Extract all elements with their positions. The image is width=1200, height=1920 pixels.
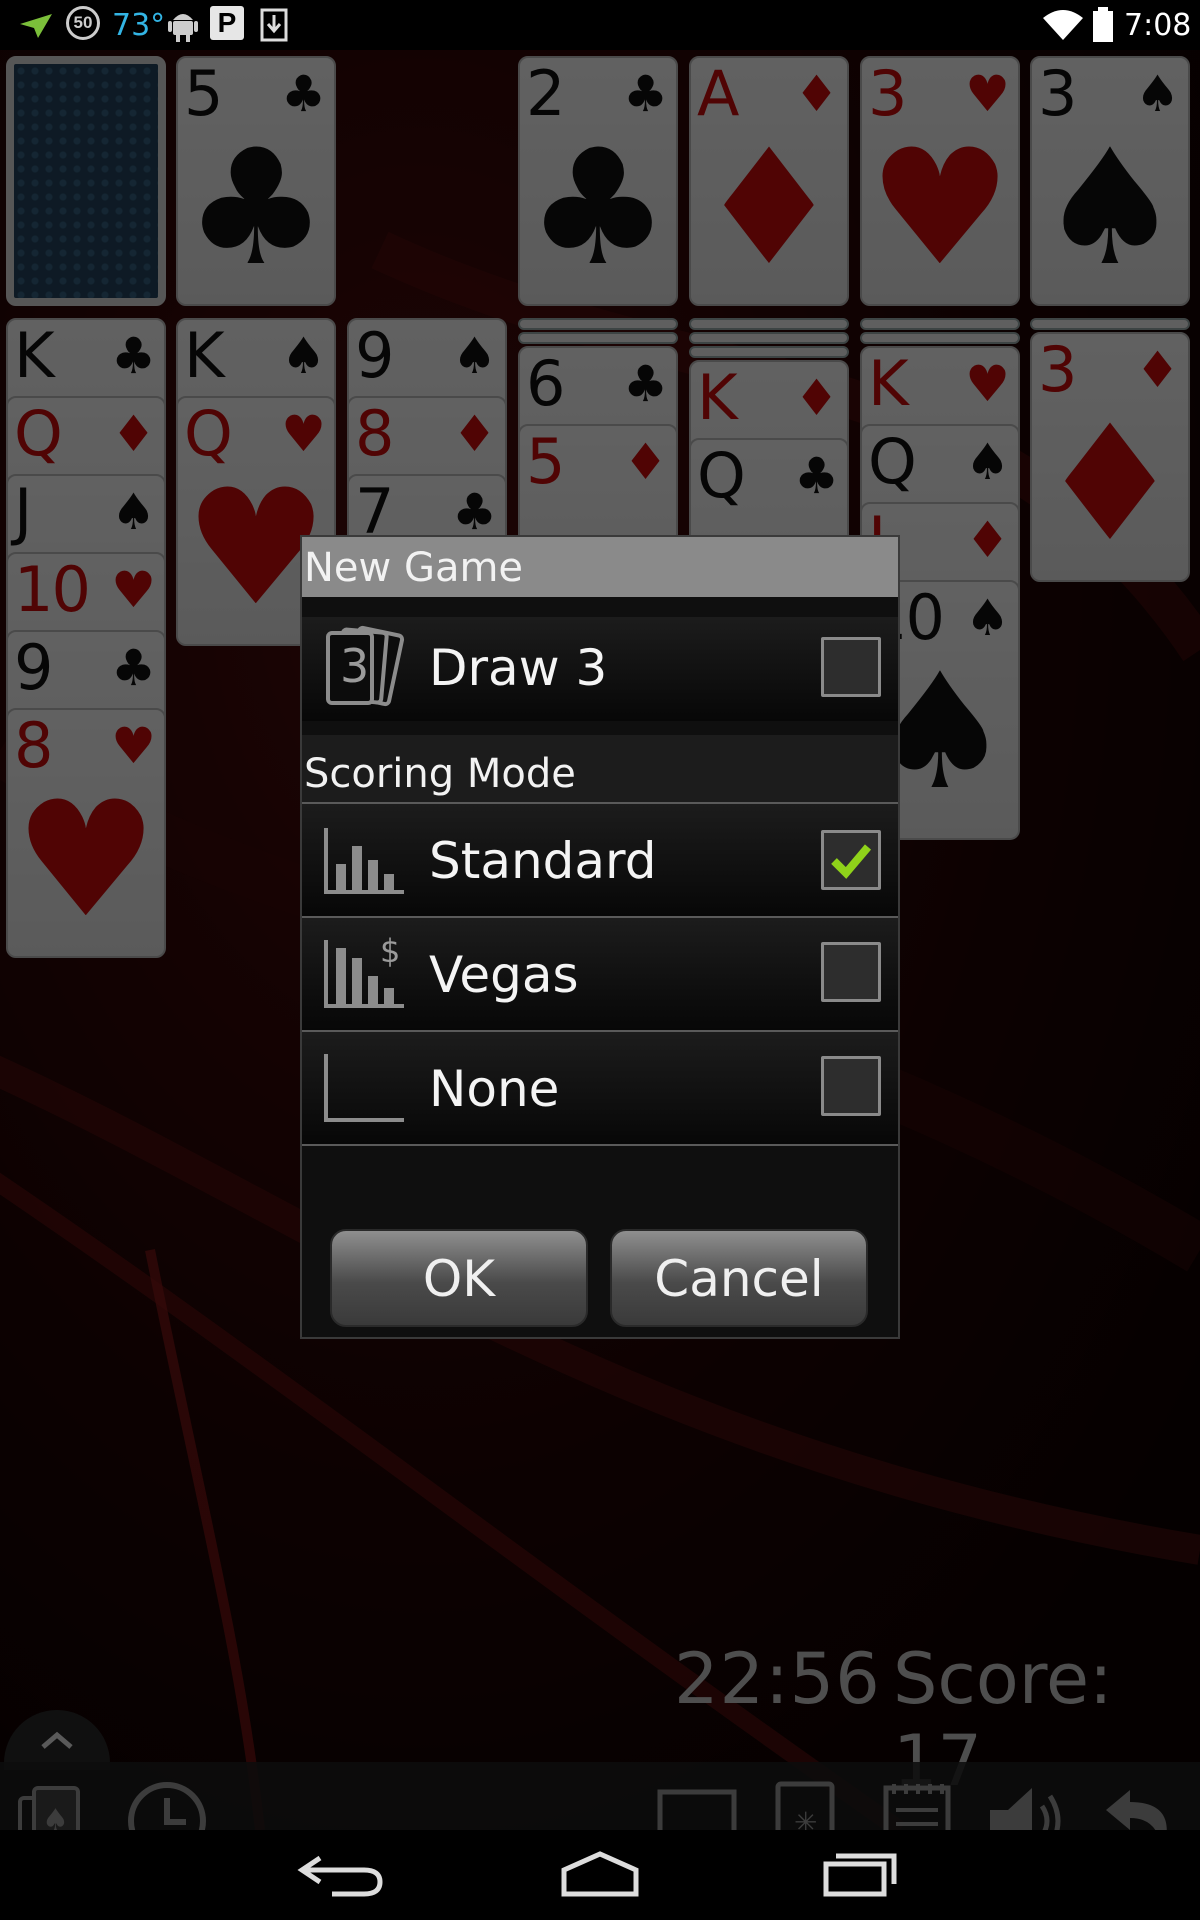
notification-number: 50 bbox=[73, 13, 93, 32]
draw-3-option[interactable]: 3 Draw 3 bbox=[302, 617, 898, 721]
scoring-option-none[interactable]: None bbox=[302, 1032, 898, 1144]
scoring-standard-label: Standard bbox=[429, 832, 657, 890]
home-icon[interactable] bbox=[550, 1850, 650, 1900]
dialog-title: New Game bbox=[302, 537, 898, 597]
svg-text:♠: ♠ bbox=[42, 1803, 69, 1830]
bar-chart-icon bbox=[322, 826, 406, 901]
draw-3-icon-number: 3 bbox=[340, 639, 370, 693]
svg-text:✳: ✳ bbox=[794, 1806, 817, 1830]
download-icon bbox=[260, 6, 288, 44]
android-icon bbox=[168, 6, 198, 44]
card-back-icon[interactable]: ✳ bbox=[764, 1780, 846, 1830]
deal-cards-icon[interactable]: ♠ bbox=[12, 1780, 94, 1830]
back-icon[interactable] bbox=[292, 1850, 392, 1900]
scoring-standard-checkbox[interactable] bbox=[821, 830, 881, 890]
cancel-button[interactable]: Cancel bbox=[610, 1229, 868, 1327]
scoring-option-vegas[interactable]: $ Vegas bbox=[302, 918, 898, 1030]
clock-time: 7:08 bbox=[1124, 7, 1192, 43]
game-timer: 22:56 bbox=[674, 1638, 881, 1720]
scoring-option-standard[interactable]: Standard bbox=[302, 804, 898, 916]
dollar-sign: $ bbox=[380, 932, 401, 970]
checkmark-icon bbox=[831, 844, 872, 879]
divider bbox=[302, 1144, 898, 1146]
chevron-up-icon bbox=[41, 1731, 73, 1749]
status-bar: 50 73° P 7:08 bbox=[0, 0, 1200, 50]
draw-3-checkbox[interactable] bbox=[821, 637, 881, 697]
scoring-none-checkbox[interactable] bbox=[821, 1056, 881, 1116]
plane-icon bbox=[18, 6, 54, 44]
temperature-text: 73° bbox=[112, 7, 166, 43]
scoring-none-label: None bbox=[429, 1060, 560, 1118]
clock-icon[interactable] bbox=[126, 1780, 208, 1830]
scoring-mode-header: Scoring Mode bbox=[302, 735, 898, 805]
sound-icon[interactable] bbox=[986, 1780, 1068, 1830]
draw-3-icon: 3 bbox=[322, 625, 406, 716]
new-game-dialog: New Game 3 Draw 3 Scoring Mode Standard bbox=[300, 535, 900, 1339]
ok-button[interactable]: OK bbox=[330, 1229, 588, 1327]
battery-icon bbox=[1092, 6, 1114, 44]
draw-3-label: Draw 3 bbox=[429, 639, 608, 697]
money-chart-icon: $ bbox=[322, 932, 406, 1015]
notepad-icon[interactable] bbox=[876, 1780, 958, 1830]
scoring-vegas-checkbox[interactable] bbox=[821, 942, 881, 1002]
parking-icon: P bbox=[210, 6, 244, 40]
recents-icon[interactable] bbox=[808, 1850, 908, 1900]
wifi-icon bbox=[1042, 6, 1084, 44]
display-icon[interactable] bbox=[656, 1780, 738, 1830]
battery-saver-icon: 50 bbox=[66, 6, 100, 40]
undo-icon[interactable] bbox=[1100, 1780, 1182, 1830]
empty-chart-icon bbox=[322, 1052, 406, 1129]
navigation-bar bbox=[0, 1830, 1200, 1920]
scoring-vegas-label: Vegas bbox=[429, 946, 579, 1004]
game-toolbar: ♠ ✳ bbox=[0, 1762, 1200, 1830]
